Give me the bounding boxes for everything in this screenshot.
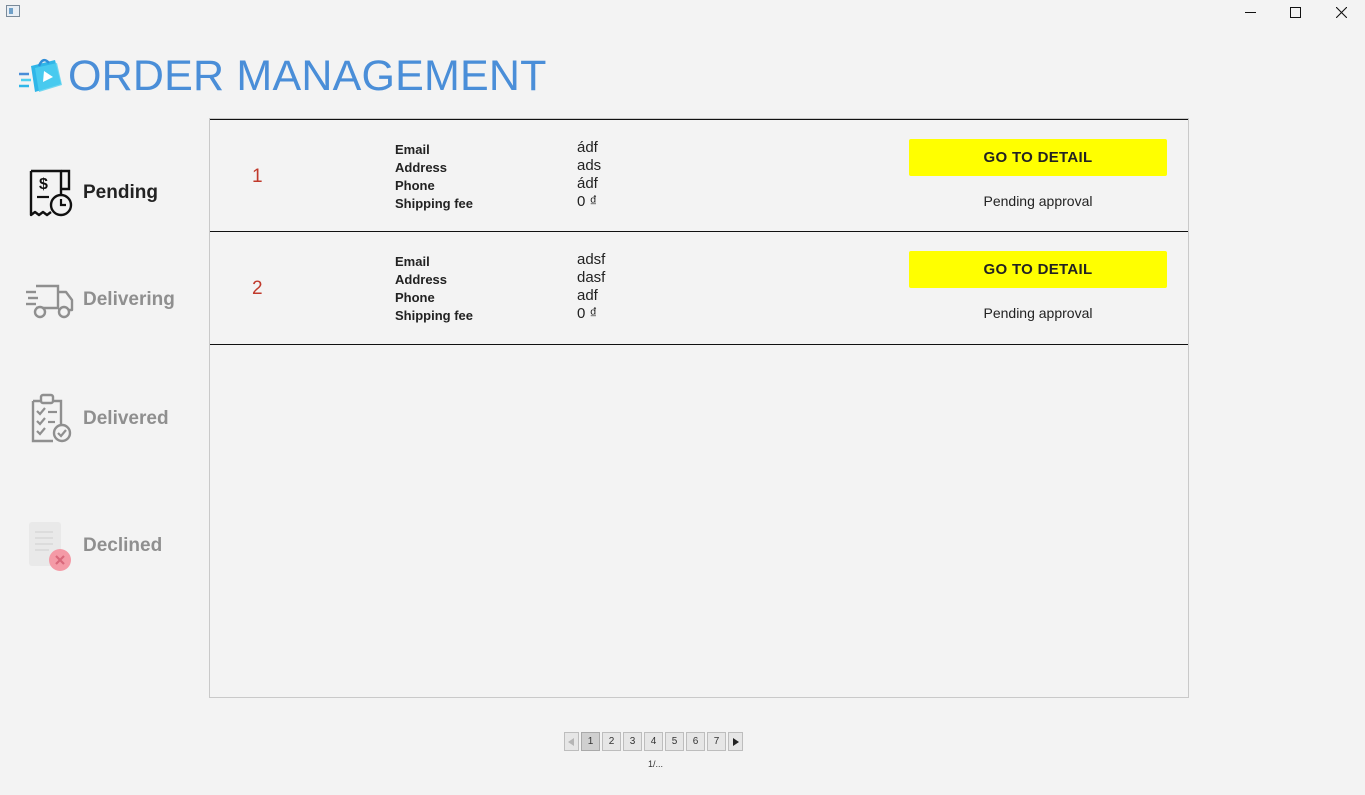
email-value: adsf [577, 251, 606, 268]
phone-label: Phone [395, 290, 435, 305]
order-status: Pending approval [983, 305, 1093, 321]
minimize-button[interactable] [1227, 0, 1273, 24]
shopping-bag-logo-icon [19, 58, 62, 92]
email-label: Email [395, 254, 430, 269]
page-title: ORDER MANAGEMENT [68, 52, 547, 100]
field-labels: Email Address Phone Shipping fee [395, 141, 473, 213]
sidebar-item-label: Pending [83, 182, 158, 203]
page-button[interactable]: 5 [665, 732, 684, 751]
field-values: adsf dasf adf 0 ₫ [577, 251, 605, 323]
page-button[interactable]: 7 [707, 732, 726, 751]
page-button[interactable]: 1 [581, 732, 600, 751]
field-values: ádf ads ádf 0 ₫ [577, 139, 601, 211]
phone-label: Phone [395, 178, 435, 193]
close-button[interactable] [1318, 0, 1364, 24]
order-list[interactable]: 1 Email Address Phone Shipping fee ádf a… [209, 118, 1189, 698]
maximize-button[interactable] [1272, 0, 1318, 24]
sidebar-item-label: Declined [83, 535, 163, 556]
address-label: Address [395, 160, 448, 175]
order-row: 2 Email Address Phone Shipping fee adsf … [210, 232, 1188, 345]
app-icon [6, 5, 20, 17]
title-bar [0, 0, 1365, 26]
page-button[interactable]: 3 [623, 732, 642, 751]
address-value: dasf [577, 269, 606, 286]
sidebar-item-label: Delivered [83, 408, 169, 429]
triangle-left-icon [568, 737, 574, 746]
sidebar-item-delivered[interactable]: Delivered [24, 393, 169, 445]
phone-value: ádf [577, 175, 598, 192]
field-labels: Email Address Phone Shipping fee [395, 253, 473, 325]
go-to-detail-button[interactable]: GO TO DETAIL [909, 251, 1167, 288]
pagination: 1 2 3 4 5 6 7 [564, 732, 743, 751]
shipping-fee-value: 0 ₫ [577, 305, 598, 322]
page-button[interactable]: 4 [644, 732, 663, 751]
prev-page-button[interactable] [564, 732, 579, 751]
page-button[interactable]: 6 [686, 732, 705, 751]
clipboard-check-icon [24, 393, 74, 445]
page-count: 1/... [648, 759, 664, 769]
shipping-fee-label: Shipping fee [395, 196, 473, 211]
minimize-icon [1244, 11, 1256, 13]
sidebar-item-delivering[interactable]: Delivering [24, 274, 175, 326]
order-index: 1 [252, 166, 263, 187]
order-row: 1 Email Address Phone Shipping fee ádf a… [210, 119, 1188, 232]
delivery-truck-icon [24, 274, 74, 326]
order-index: 2 [252, 278, 263, 299]
email-value: ádf [577, 139, 598, 156]
triangle-right-icon [733, 737, 739, 746]
shipping-fee-value: 0 ₫ [577, 193, 598, 210]
document-declined-icon [24, 520, 74, 572]
sidebar-item-pending[interactable]: $ Pending [24, 167, 158, 219]
page-button[interactable]: 2 [602, 732, 621, 751]
svg-text:$: $ [39, 176, 48, 193]
address-label: Address [395, 272, 448, 287]
receipt-clock-icon: $ [24, 167, 74, 219]
sidebar-item-declined[interactable]: Declined [24, 520, 162, 572]
order-status: Pending approval [983, 193, 1093, 209]
phone-value: adf [577, 287, 598, 304]
sidebar-item-label: Delivering [83, 289, 175, 310]
maximize-icon [1289, 6, 1301, 18]
next-page-button[interactable] [728, 732, 743, 751]
go-to-detail-button[interactable]: GO TO DETAIL [909, 139, 1167, 176]
close-icon [1335, 6, 1347, 18]
address-value: ads [577, 157, 602, 174]
email-label: Email [395, 142, 430, 157]
shipping-fee-label: Shipping fee [395, 308, 473, 323]
